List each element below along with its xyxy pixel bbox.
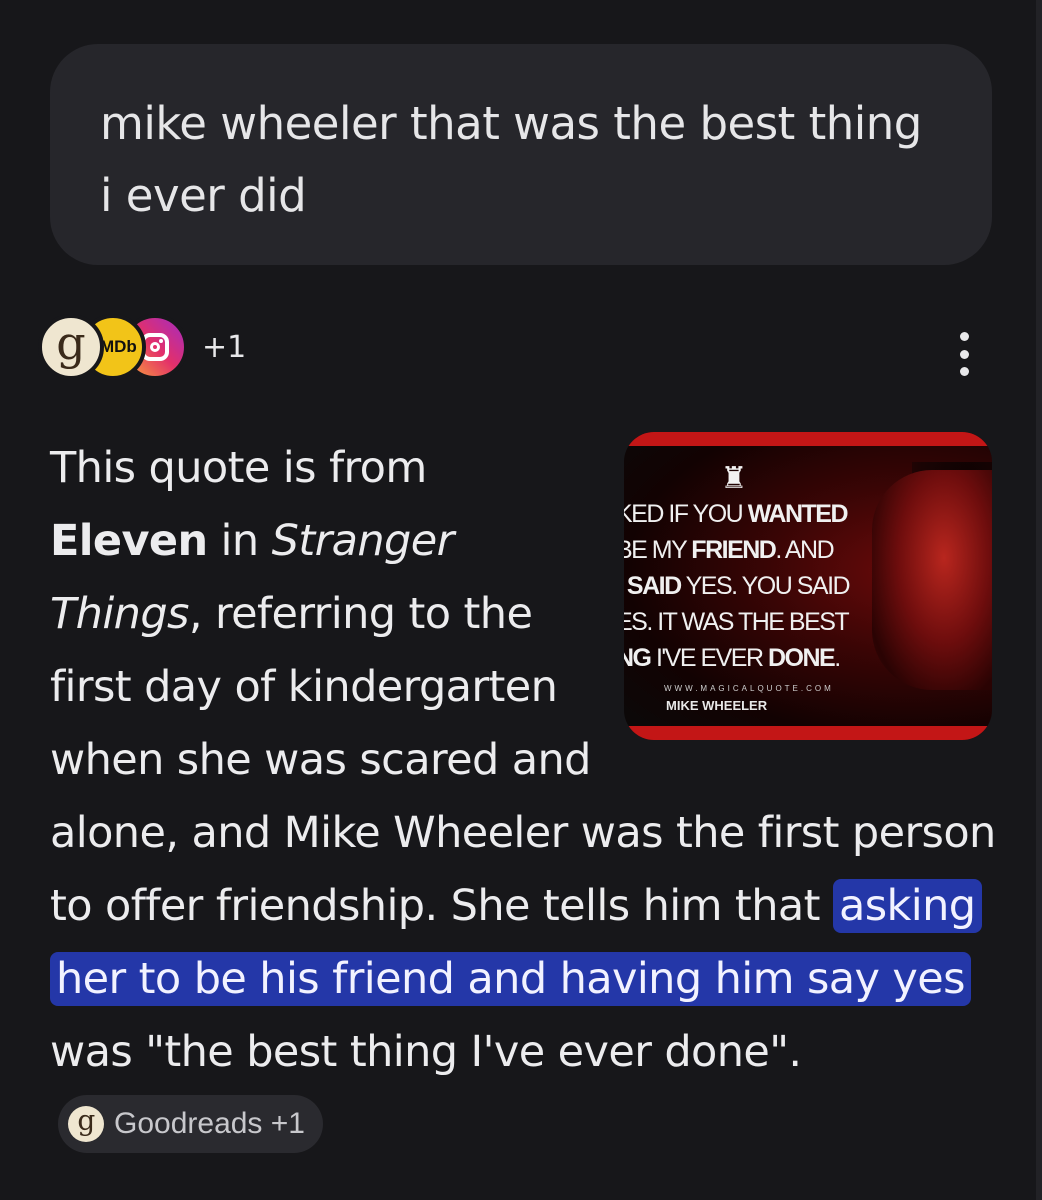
- scrollbar-track[interactable]: [1036, 0, 1042, 1200]
- magicalquote-logo-icon: ♜: [720, 461, 748, 496]
- thumbnail-bottom-bar: [624, 726, 992, 740]
- thumbnail-line-5: NG I'VE EVER DONE.: [624, 644, 841, 672]
- thumbnail-url: WWW.MAGICALQUOTE.COM: [664, 684, 834, 693]
- answer-in-word: in: [207, 516, 272, 566]
- thumbnail-face: [872, 470, 992, 690]
- answer-intro: This quote is from: [50, 443, 427, 493]
- thumbnail-line-1: KED IF YOU WANTED: [624, 500, 849, 528]
- thumbnail-line-3: I SAID YES. YOU SAID: [626, 572, 851, 600]
- more-sources-count[interactable]: +1: [202, 330, 246, 365]
- goodreads-citation-icon: g: [68, 1104, 104, 1142]
- thumbnail-line-4: ES. IT WAS THE BEST: [624, 608, 850, 636]
- goodreads-glyph: g: [56, 316, 86, 370]
- more-options-icon[interactable]: [944, 326, 984, 382]
- thumbnail-author: MIKE WHEELER: [666, 698, 768, 713]
- thumbnail-top-bar: [624, 432, 992, 446]
- goodreads-icon[interactable]: g: [38, 314, 104, 380]
- thumbnail-line-2: BE MY FRIEND. AND: [624, 536, 835, 564]
- user-query-text: mike wheeler that was the best thing i e…: [100, 97, 922, 222]
- citation-glyph: g: [77, 1104, 95, 1137]
- sources-row[interactable]: g IMDb +1: [38, 314, 246, 380]
- citation-label: Goodreads +1: [114, 1107, 305, 1140]
- answer-character: Eleven: [50, 516, 208, 566]
- answer-body-2: was "the best thing I've ever done".: [50, 1027, 802, 1077]
- user-query-bubble: mike wheeler that was the best thing i e…: [50, 44, 992, 265]
- citation-chip[interactable]: g Goodreads +1: [58, 1094, 323, 1153]
- quote-image-thumbnail[interactable]: ♜ KED IF YOU WANTED BE MY FRIEND. AND I …: [624, 432, 992, 740]
